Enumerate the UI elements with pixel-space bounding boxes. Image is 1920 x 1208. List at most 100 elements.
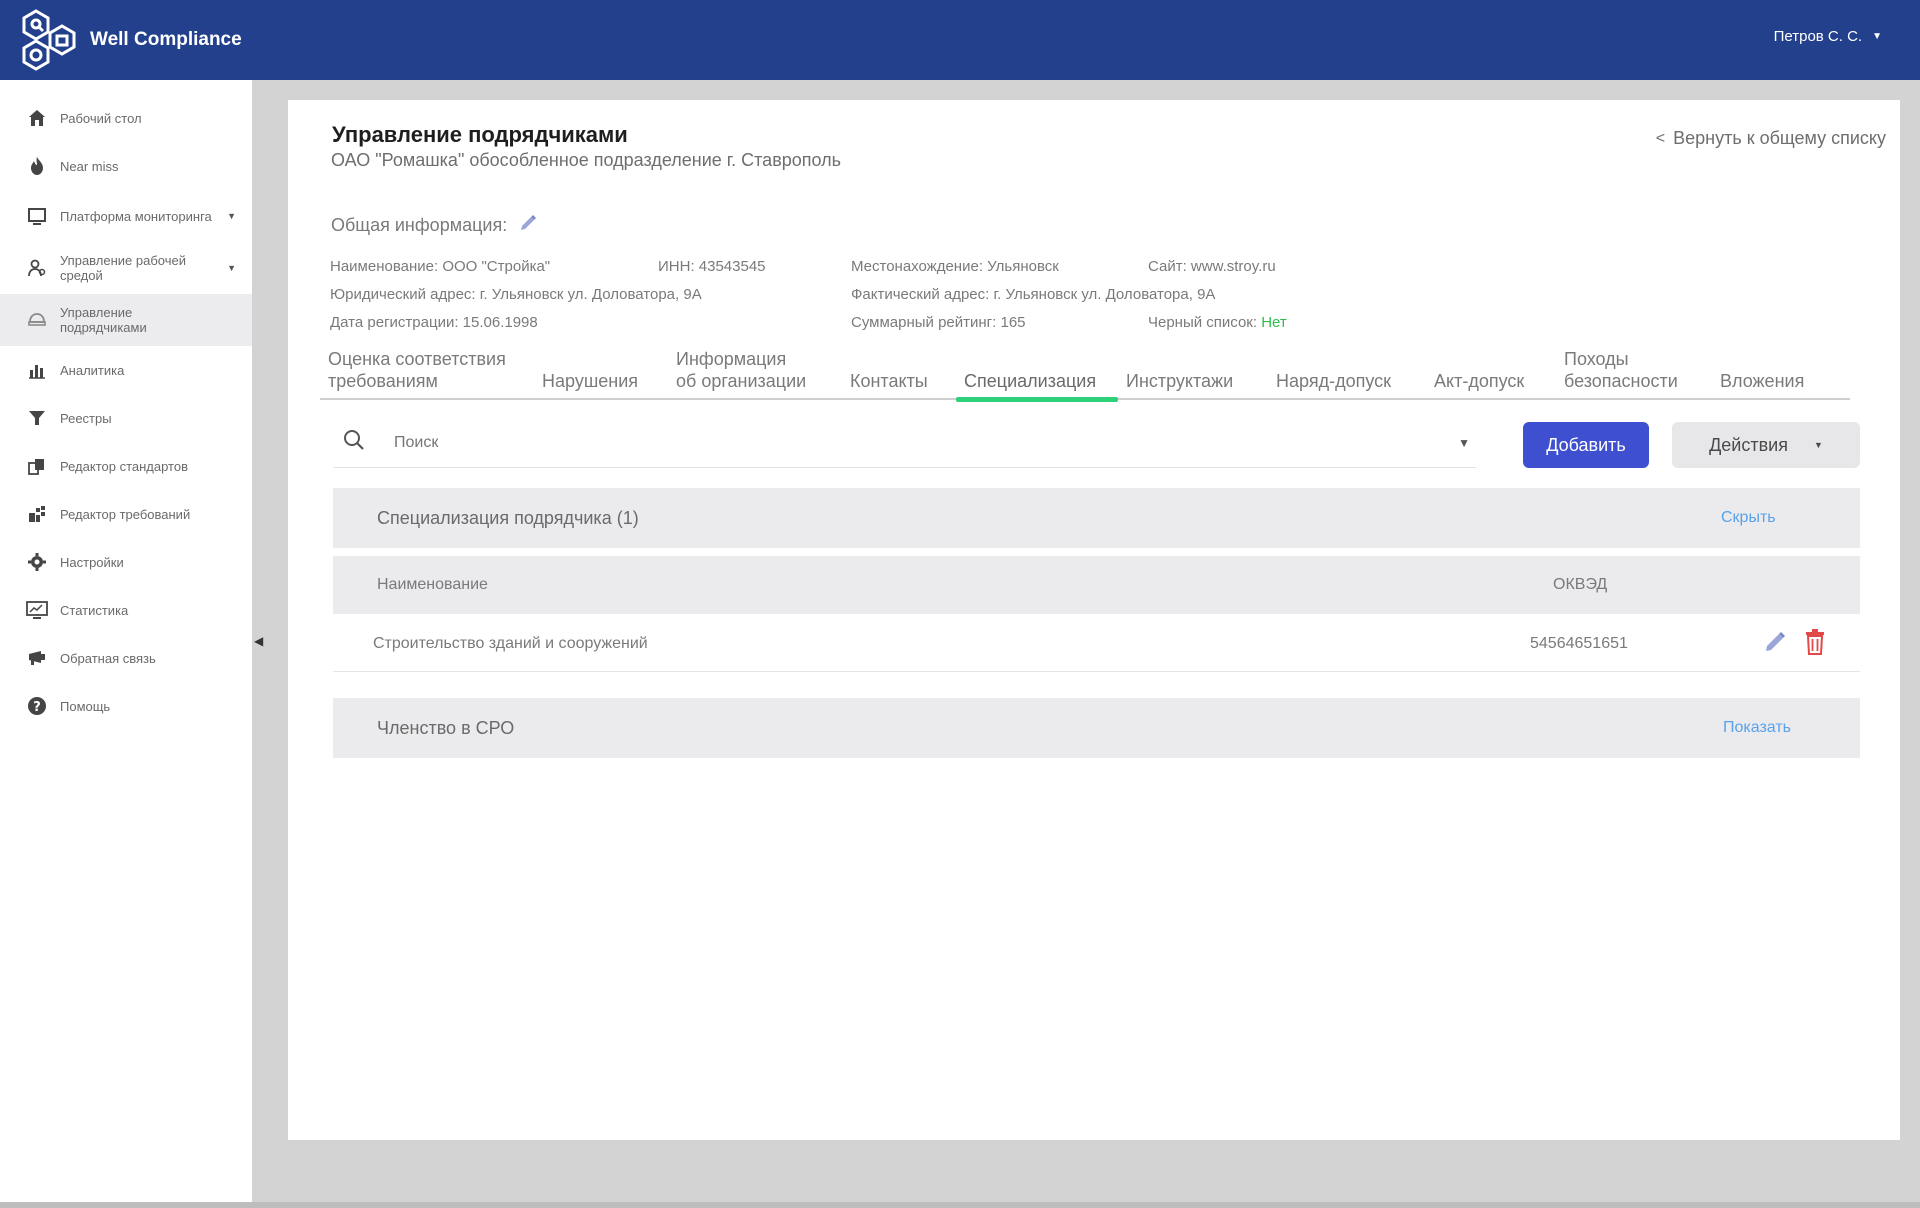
blacklist-value: Нет bbox=[1261, 314, 1287, 331]
sidebar-item-analytics[interactable]: Аналитика bbox=[0, 346, 252, 394]
column-header-name: Наименование bbox=[377, 576, 488, 593]
app-logo[interactable]: Well Compliance bbox=[0, 7, 242, 73]
tab-label: Походы bbox=[1564, 349, 1629, 369]
tab-work-permit[interactable]: Наряд-допуск bbox=[1268, 370, 1426, 398]
info-name: Наименование: ООО "Стройка" bbox=[330, 258, 551, 275]
logo-icon bbox=[22, 9, 76, 71]
trash-icon[interactable] bbox=[1803, 628, 1827, 661]
back-link-label: Вернуть к общему списку bbox=[1673, 128, 1886, 148]
info-legal-address: Юридический адрес: г. Ульяновск ул. Доло… bbox=[330, 286, 702, 303]
contractors-icon bbox=[26, 309, 48, 331]
feedback-icon bbox=[26, 647, 48, 669]
row-okved: 54564651651 bbox=[1530, 635, 1628, 652]
sidebar-item-requirements-editor[interactable]: Редактор требований bbox=[0, 490, 252, 538]
tab-label: Контакты bbox=[850, 371, 928, 391]
edit-info-icon[interactable] bbox=[519, 214, 537, 237]
user-menu[interactable]: Петров С. С. ▼ bbox=[1774, 28, 1882, 45]
workplace-icon bbox=[26, 257, 48, 279]
tab-contacts[interactable]: Контакты bbox=[842, 370, 956, 398]
search-icon bbox=[342, 428, 366, 457]
tab-violations[interactable]: Нарушения bbox=[534, 370, 668, 398]
info-blacklist: Черный список: Нет bbox=[1148, 314, 1287, 331]
main-panel: Управление подрядчиками ОАО "Ромашка" об… bbox=[288, 100, 1900, 1140]
search-input[interactable] bbox=[394, 433, 1459, 452]
sidebar-item-label: Редактор стандартов bbox=[60, 458, 188, 474]
column-header-okved: ОКВЭД bbox=[1553, 576, 1608, 593]
documents-icon bbox=[26, 455, 48, 477]
tab-compliance-assessment[interactable]: Оценка соответствия требованиям bbox=[320, 348, 534, 398]
edit-row-icon[interactable] bbox=[1763, 630, 1787, 659]
sidebar-item-standards-editor[interactable]: Редактор стандартов bbox=[0, 442, 252, 490]
tab-admission-act[interactable]: Акт-допуск bbox=[1426, 370, 1556, 398]
page-subtitle: ОАО "Ромашка" обособленное подразделение… bbox=[331, 150, 842, 170]
tab-label: Нарушения bbox=[542, 371, 639, 391]
user-name: Петров С. С. bbox=[1773, 28, 1863, 45]
search-filter-dropdown-icon[interactable]: ▼ bbox=[1458, 436, 1470, 450]
blacklist-label: Черный список: bbox=[1148, 314, 1258, 331]
sidebar: Рабочий стол Near miss Платформа монитор… bbox=[0, 80, 252, 1205]
tab-specialization[interactable]: Специализация bbox=[956, 370, 1118, 402]
specialization-section-title: Специализация подрядчика (1) bbox=[377, 507, 639, 528]
chevron-left-icon: < bbox=[1655, 129, 1666, 147]
sidebar-item-label: Рабочий стол bbox=[60, 110, 142, 126]
info-actual-address: Фактический адрес: г. Ульяновск ул. Доло… bbox=[851, 286, 1216, 303]
tab-label: безопасности bbox=[1564, 371, 1678, 391]
sidebar-item-settings[interactable]: Настройки bbox=[0, 538, 252, 586]
sidebar-item-label: Обратная связь bbox=[60, 650, 156, 666]
sidebar-item-statistics[interactable]: Статистика bbox=[0, 586, 252, 634]
hide-specialization-link[interactable]: Скрыть bbox=[1721, 509, 1776, 527]
sro-section-header: Членство в СРО Показать bbox=[333, 698, 1860, 758]
tab-organization-info[interactable]: Информация об организации bbox=[668, 348, 842, 398]
specialization-section-header: Специализация подрядчика (1) Скрыть bbox=[333, 488, 1860, 548]
sidebar-item-feedback[interactable]: Обратная связь bbox=[0, 634, 252, 682]
sidebar-item-label: Настройки bbox=[60, 554, 124, 570]
sidebar-item-monitoring-platform[interactable]: Платформа мониторинга ▼ bbox=[0, 190, 252, 242]
chevron-down-icon[interactable]: ▼ bbox=[227, 263, 236, 273]
tab-attachments[interactable]: Вложения bbox=[1712, 370, 1824, 398]
sidebar-item-help[interactable]: ? Помощь bbox=[0, 682, 252, 730]
sidebar-item-label: Статистика bbox=[60, 602, 129, 618]
specialization-table-header: Наименование ОКВЭД bbox=[333, 556, 1860, 614]
info-reg-date: Дата регистрации: 15.06.1998 bbox=[330, 314, 538, 331]
page-title: Управление подрядчиками bbox=[332, 122, 628, 147]
tab-bar: Оценка соответствия требованиям Нарушени… bbox=[320, 336, 1850, 402]
tab-label: об организации bbox=[676, 371, 807, 391]
sidebar-collapse-icon[interactable]: ◀ bbox=[254, 634, 263, 648]
show-sro-link[interactable]: Показать bbox=[1723, 719, 1791, 737]
sidebar-item-label: Платформа мониторинга bbox=[60, 208, 212, 224]
sidebar-item-label: Аналитика bbox=[60, 362, 125, 378]
tab-label: Инструктажи bbox=[1126, 371, 1234, 391]
requirements-icon bbox=[26, 503, 48, 525]
back-to-list-link[interactable]: < Вернуть к общему списку bbox=[1656, 128, 1886, 149]
bottom-strip bbox=[0, 1202, 1920, 1208]
tab-label: Вложения bbox=[1720, 371, 1805, 391]
gear-icon bbox=[26, 551, 48, 573]
monitor-platform-icon bbox=[26, 205, 48, 227]
sidebar-item-dashboard[interactable]: Рабочий стол bbox=[0, 94, 252, 142]
actions-dropdown-button[interactable]: Действия ▼ bbox=[1672, 422, 1860, 468]
info-rating: Суммарный рейтинг: 165 bbox=[851, 314, 1026, 331]
sidebar-item-label: Управление рабочей средой bbox=[60, 253, 186, 283]
chevron-down-icon: ▼ bbox=[1872, 31, 1882, 42]
sidebar-item-label: Реестры bbox=[60, 410, 112, 426]
sidebar-item-label: Помощь bbox=[60, 698, 111, 714]
tab-briefings[interactable]: Инструктажи bbox=[1118, 370, 1268, 398]
general-info-header: Общая информация: bbox=[331, 214, 537, 237]
info-location: Местонахождение: Ульяновск bbox=[851, 258, 1059, 275]
tab-label: Наряд-допуск bbox=[1276, 371, 1391, 391]
sidebar-item-workplace-management[interactable]: Управление рабочей средой ▼ bbox=[0, 242, 252, 294]
sidebar-item-contractors[interactable]: Управление подрядчиками bbox=[0, 294, 252, 346]
tab-safety-walks[interactable]: Походы безопасности bbox=[1556, 348, 1712, 398]
home-icon bbox=[26, 107, 48, 129]
sidebar-item-near-miss[interactable]: Near miss bbox=[0, 142, 252, 190]
chevron-down-icon[interactable]: ▼ bbox=[227, 211, 236, 221]
bar-chart-icon bbox=[26, 359, 48, 381]
fire-icon bbox=[26, 155, 48, 177]
sidebar-item-registries[interactable]: Реестры bbox=[0, 394, 252, 442]
add-button[interactable]: Добавить bbox=[1523, 422, 1649, 468]
app-name: Well Compliance bbox=[90, 29, 242, 50]
sidebar-item-label: Near miss bbox=[60, 158, 119, 174]
tab-label: Информация bbox=[676, 349, 787, 369]
actions-label: Действия bbox=[1709, 434, 1788, 455]
tab-label: требованиям bbox=[328, 371, 438, 391]
